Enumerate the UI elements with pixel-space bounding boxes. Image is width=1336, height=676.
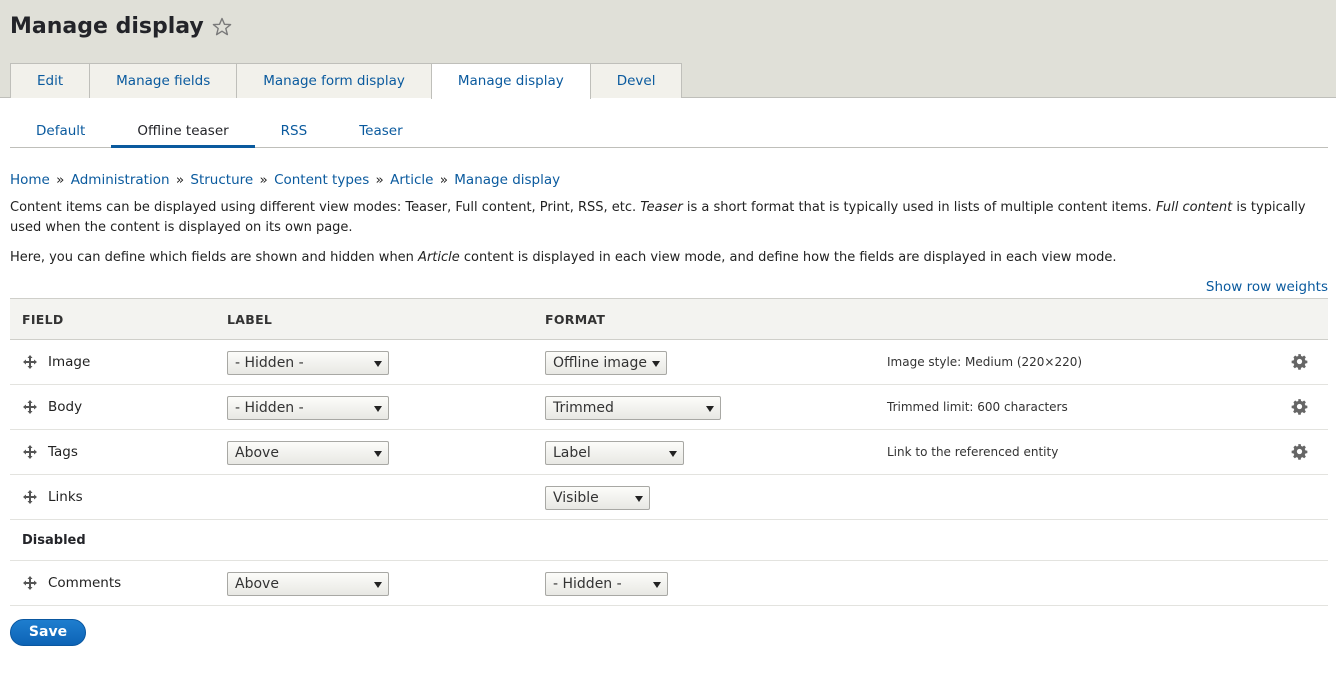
field-display-table: FIELD LABEL FORMAT Image - Hidden - Offl… — [10, 298, 1328, 606]
page-title: Manage display — [10, 14, 232, 39]
breadcrumb: Home » Administration » Structure » Cont… — [10, 172, 560, 188]
drag-handle-icon[interactable] — [22, 399, 38, 415]
caret-down-icon — [374, 582, 382, 588]
tab-edit[interactable]: Edit — [10, 63, 91, 98]
description-emphasis: Teaser — [640, 200, 683, 215]
tab-manage-display[interactable]: Manage display — [430, 63, 591, 99]
drag-handle-icon[interactable] — [22, 354, 38, 370]
subtab-offline-teaser[interactable]: Offline teaser — [111, 116, 255, 148]
disabled-region-row: Disabled — [10, 520, 1328, 561]
caret-down-icon — [635, 496, 643, 502]
drag-handle-icon[interactable] — [22, 489, 38, 505]
description-view-modes: Content items can be displayed using dif… — [10, 198, 1326, 238]
format-select[interactable]: Label — [545, 441, 684, 465]
breadcrumb-structure[interactable]: Structure — [190, 172, 253, 188]
caret-down-icon — [374, 451, 382, 457]
breadcrumb-separator: » — [439, 172, 448, 188]
description-text: Content items can be displayed using dif… — [10, 200, 641, 215]
label-select[interactable]: Above — [227, 441, 389, 465]
breadcrumb-separator: » — [175, 172, 185, 188]
breadcrumb-separator: » — [375, 172, 384, 188]
select-value: Trimmed — [553, 400, 614, 416]
show-row-weights-link[interactable]: Show row weights — [1206, 279, 1328, 295]
column-header-label: LABEL — [227, 312, 273, 327]
select-value: Visible — [553, 490, 599, 506]
field-name: Comments — [48, 575, 122, 591]
label-select[interactable]: - Hidden - — [227, 396, 389, 420]
table-row: Comments Above - Hidden - — [10, 561, 1328, 606]
format-select[interactable]: - Hidden - — [545, 572, 668, 596]
description-fields: Here, you can define which fields are sh… — [10, 248, 1326, 268]
select-value: - Hidden - — [235, 355, 304, 371]
subtab-rss[interactable]: RSS — [255, 116, 334, 148]
field-name: Links — [48, 489, 83, 505]
tab-manage-form-display[interactable]: Manage form display — [236, 63, 432, 98]
table-row: Image - Hidden - Offline image Image sty… — [10, 340, 1328, 385]
table-header: FIELD LABEL FORMAT — [10, 298, 1328, 340]
drag-handle-icon[interactable] — [22, 575, 38, 591]
format-select[interactable]: Trimmed — [545, 396, 721, 420]
primary-tabs: Edit Manage fields Manage form display M… — [10, 63, 683, 99]
description-text: Here, you can define which fields are sh… — [10, 250, 419, 265]
breadcrumb-administration[interactable]: Administration — [71, 172, 170, 188]
format-summary: Trimmed limit: 600 characters — [887, 400, 1068, 414]
breadcrumb-separator: » — [56, 172, 65, 188]
gear-icon[interactable] — [1291, 353, 1308, 370]
caret-down-icon — [669, 451, 677, 457]
column-header-field: FIELD — [22, 312, 64, 327]
breadcrumb-separator: » — [259, 172, 268, 188]
field-name: Body — [48, 399, 83, 415]
caret-down-icon — [706, 406, 714, 412]
caret-down-icon — [653, 582, 661, 588]
description-text: content is displayed in each view mode, … — [459, 250, 1117, 265]
breadcrumb-content-types[interactable]: Content types — [274, 172, 369, 188]
drag-handle-icon[interactable] — [22, 444, 38, 460]
caret-down-icon — [652, 361, 660, 367]
select-value: Above — [235, 576, 279, 592]
star-icon[interactable] — [212, 17, 232, 37]
description-emphasis: Full content — [1155, 200, 1233, 215]
breadcrumb-manage-display[interactable]: Manage display — [454, 172, 560, 188]
label-select[interactable]: - Hidden - — [227, 351, 389, 375]
select-value: Offline image — [553, 355, 647, 371]
breadcrumb-home[interactable]: Home — [10, 172, 50, 188]
page-header: Manage display Edit Manage fields Manage… — [0, 0, 1336, 99]
gear-icon[interactable] — [1291, 443, 1308, 460]
disabled-region-label: Disabled — [22, 533, 86, 548]
format-select[interactable]: Offline image — [545, 351, 667, 375]
tab-manage-fields[interactable]: Manage fields — [89, 63, 238, 98]
field-name: Tags — [48, 444, 78, 460]
caret-down-icon — [374, 406, 382, 412]
format-select[interactable]: Visible — [545, 486, 650, 510]
secondary-tabs: Default Offline teaser RSS Teaser — [10, 116, 1328, 148]
caret-down-icon — [374, 361, 382, 367]
format-summary: Image style: Medium (220×220) — [887, 355, 1083, 369]
format-summary: Link to the referenced entity — [887, 445, 1059, 459]
column-header-format: FORMAT — [545, 312, 606, 327]
tab-devel[interactable]: Devel — [589, 63, 683, 98]
subtab-default[interactable]: Default — [10, 116, 111, 148]
select-value: - Hidden - — [235, 400, 304, 416]
table-row: Body - Hidden - Trimmed Trimmed limit: 6… — [10, 385, 1328, 430]
table-row: Tags Above Label Link to the referenced … — [10, 430, 1328, 475]
label-select[interactable]: Above — [227, 572, 389, 596]
description-text: is a short format that is typically used… — [682, 200, 1156, 215]
gear-icon[interactable] — [1291, 398, 1308, 415]
page-title-text: Manage display — [10, 14, 204, 39]
field-name: Image — [48, 354, 91, 370]
description-emphasis: Article — [418, 250, 460, 265]
select-value: - Hidden - — [553, 576, 622, 592]
subtab-teaser[interactable]: Teaser — [333, 116, 428, 148]
breadcrumb-article[interactable]: Article — [390, 172, 433, 188]
save-button[interactable]: Save — [10, 619, 86, 646]
table-row: Links Visible — [10, 475, 1328, 520]
select-value: Above — [235, 445, 279, 461]
select-value: Label — [553, 445, 591, 461]
